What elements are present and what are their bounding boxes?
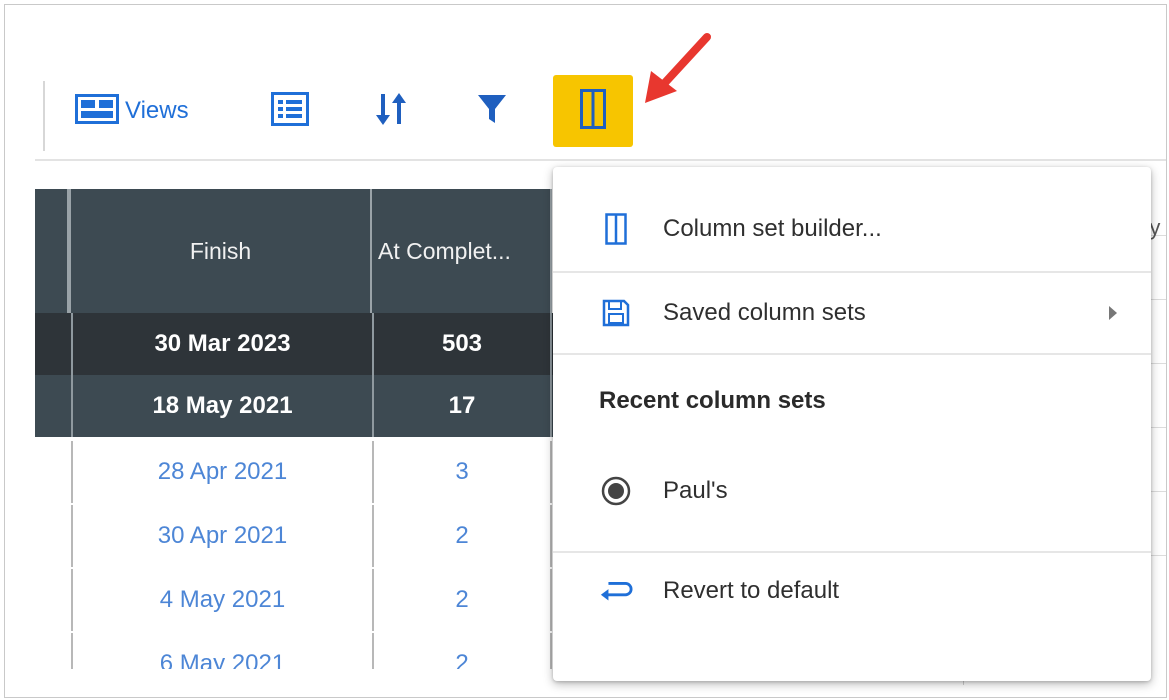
sort-button[interactable] xyxy=(367,91,415,131)
row-gutter xyxy=(35,441,71,503)
menu-item-label: Revert to default xyxy=(663,577,840,604)
finish-cell: 18 May 2021 xyxy=(71,375,374,437)
toolbar-bottom-border xyxy=(35,159,1166,161)
table-row[interactable]: 30 Apr 2021 2 xyxy=(35,505,555,567)
finish-cell: 30 Mar 2023 xyxy=(71,313,374,375)
columns-icon xyxy=(599,212,633,246)
header-cell-blank xyxy=(35,189,69,313)
filter-icon xyxy=(477,93,507,130)
menu-item-recent-pauls[interactable]: Paul's xyxy=(553,449,1151,533)
columns-button[interactable] xyxy=(553,75,633,147)
finish-cell: 30 Apr 2021 xyxy=(71,505,374,567)
data-table: Finish At Complet... 30 Mar 2023 503 18 … xyxy=(35,189,555,669)
menu-item-column-set-builder[interactable]: Column set builder... xyxy=(553,187,1151,271)
undo-icon xyxy=(599,574,633,608)
menu-item-label: Paul's xyxy=(663,477,728,504)
columns-icon xyxy=(580,88,606,134)
table-row[interactable]: 28 Apr 2021 3 xyxy=(35,441,555,503)
row-gutter xyxy=(35,505,71,567)
at-complete-cell: 2 xyxy=(374,505,552,567)
finish-cell: 28 Apr 2021 xyxy=(71,441,374,503)
menu-divider xyxy=(553,353,1151,355)
list-icon xyxy=(271,91,309,131)
menu-item-label: Saved column sets xyxy=(663,299,866,326)
finish-cell: 6 May 2021 xyxy=(71,633,374,669)
row-gutter xyxy=(35,313,71,375)
header-finish[interactable]: Finish xyxy=(69,189,372,313)
app-frame: Views Finish At Complet... 30 Mar 2023 5… xyxy=(4,4,1167,698)
annotation-arrow xyxy=(641,29,715,114)
at-complete-cell: 17 xyxy=(374,375,552,437)
save-icon xyxy=(599,296,633,330)
header-at-complete[interactable]: At Complet... xyxy=(372,189,552,313)
menu-item-label: Column set builder... xyxy=(663,215,882,242)
menu-item-revert-to-default[interactable]: Revert to default xyxy=(553,551,1151,631)
finish-cell: 4 May 2021 xyxy=(71,569,374,631)
recent-column-sets-heading: Recent column sets xyxy=(553,361,1151,441)
at-complete-cell: 2 xyxy=(374,633,552,669)
table-row[interactable]: 18 May 2021 17 xyxy=(35,375,555,437)
views-button[interactable]: Views xyxy=(75,91,189,131)
at-complete-cell: 2 xyxy=(374,569,552,631)
at-complete-cell: 3 xyxy=(374,441,552,503)
views-icon xyxy=(75,93,119,129)
column-sets-menu: Column set builder... Saved column sets … xyxy=(553,167,1151,681)
list-view-button[interactable] xyxy=(267,91,313,131)
table-row[interactable]: 30 Mar 2023 503 xyxy=(35,313,555,375)
radio-selected-icon[interactable] xyxy=(599,474,633,508)
table-row[interactable]: 6 May 2021 2 xyxy=(35,633,555,669)
views-label: Views xyxy=(125,97,189,124)
row-gutter xyxy=(35,569,71,631)
menu-item-saved-column-sets[interactable]: Saved column sets xyxy=(553,273,1151,353)
table-row[interactable]: 4 May 2021 2 xyxy=(35,569,555,631)
sort-icon xyxy=(373,91,409,132)
chevron-right-icon xyxy=(1109,306,1117,320)
row-gutter xyxy=(35,375,71,437)
filter-button[interactable] xyxy=(469,91,515,131)
section-heading: Recent column sets xyxy=(599,387,826,414)
at-complete-cell: 503 xyxy=(374,313,552,375)
toolbar-divider xyxy=(43,81,45,151)
row-gutter xyxy=(35,633,71,669)
